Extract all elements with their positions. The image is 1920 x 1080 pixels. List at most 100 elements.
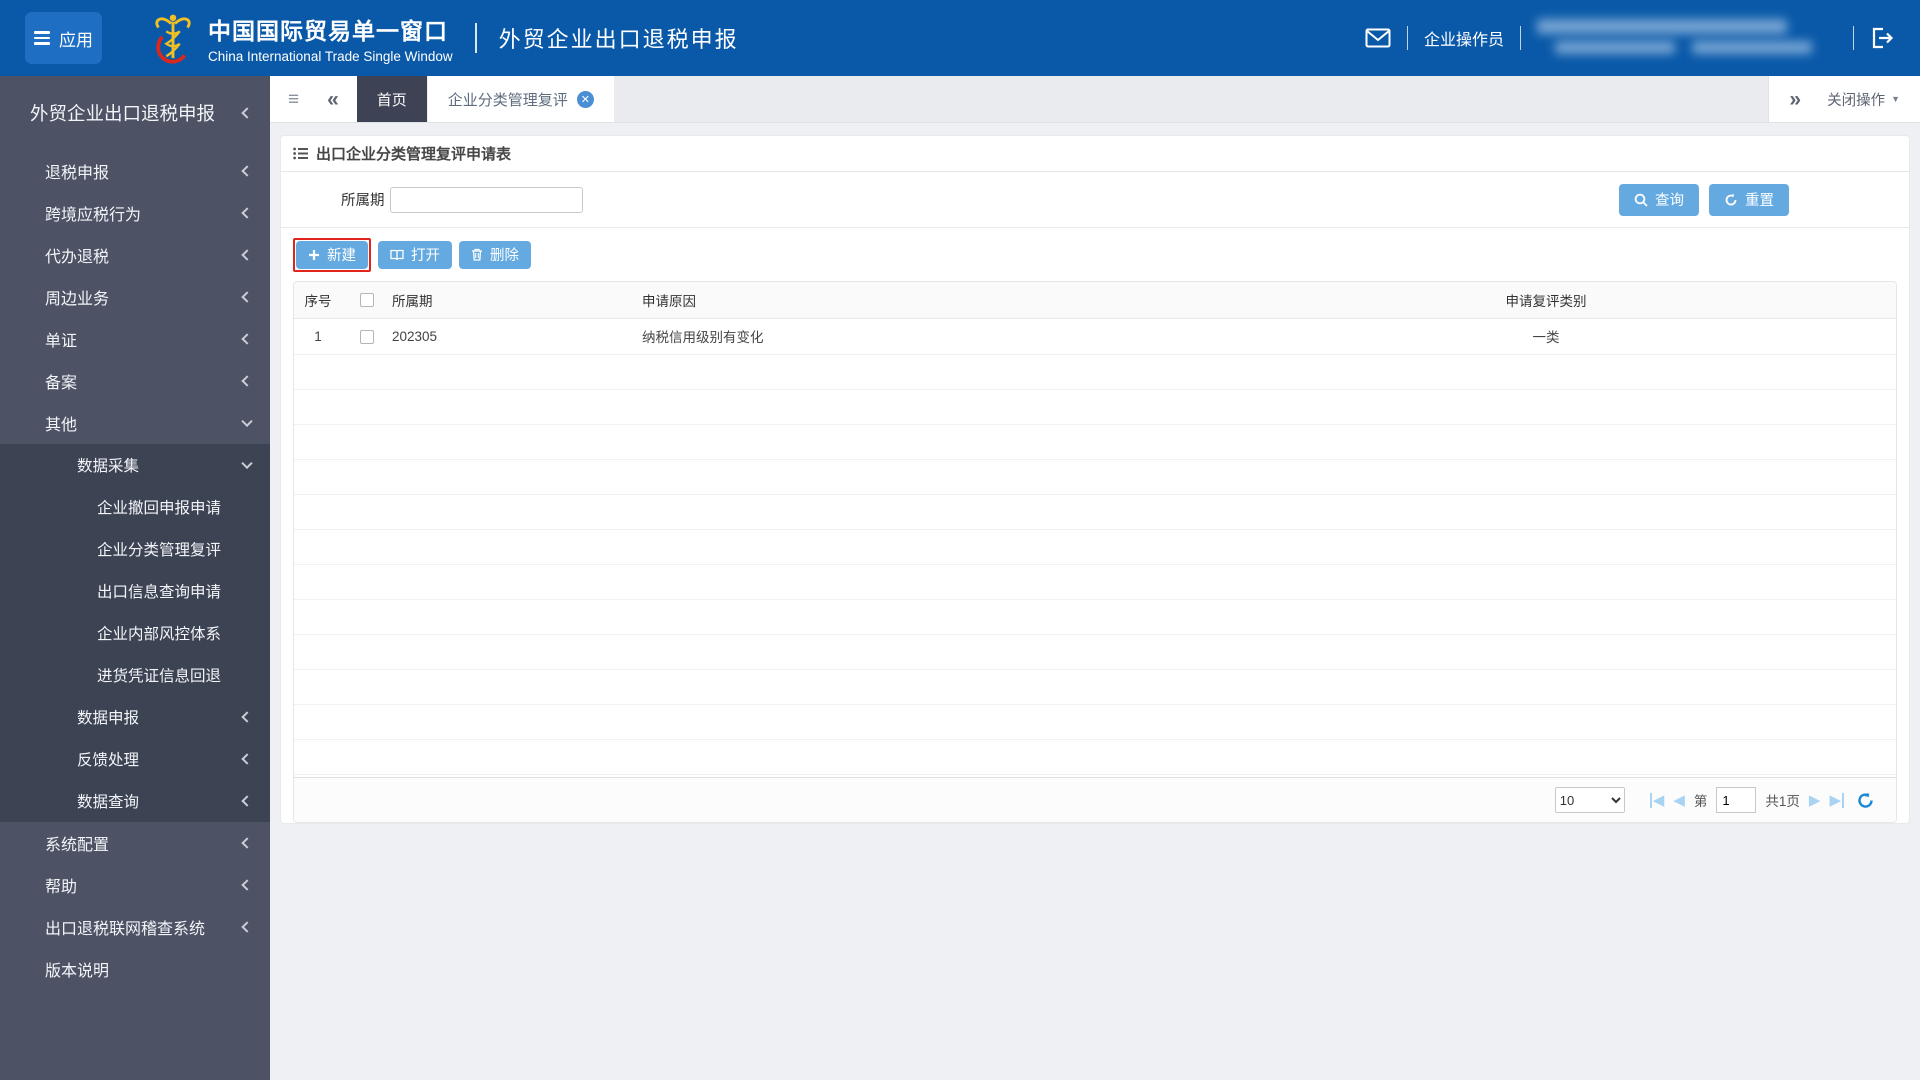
sidebar-item[interactable]: 出口退税联网稽查系统	[0, 906, 270, 948]
apps-menu-button[interactable]: 应用	[25, 12, 102, 64]
sidebar-item[interactable]: 出口信息查询申请	[0, 570, 270, 612]
reset-button[interactable]: 重置	[1709, 183, 1789, 216]
table-row[interactable]: 1 202305 纳税信用级别有变化 一类	[294, 318, 1896, 355]
sidebar-item[interactable]: 退税申报	[0, 150, 270, 192]
search-icon	[1634, 193, 1648, 207]
sidebar-item[interactable]: 其他	[0, 402, 270, 444]
header-divider	[1406, 26, 1408, 50]
sidebar-item[interactable]: 企业分类管理复评	[0, 528, 270, 570]
sidebar-item[interactable]: 数据采集	[0, 444, 270, 486]
brand-subtitle: China International Trade Single Window	[208, 49, 453, 64]
sidebar-title-label: 外贸企业出口退税申报	[30, 103, 216, 124]
open-book-icon	[390, 249, 404, 260]
new-button[interactable]: 新建	[296, 240, 368, 269]
open-button[interactable]: 打开	[378, 240, 452, 269]
column-header-period: 所属期	[392, 282, 642, 319]
sidebar-item[interactable]: 反馈处理	[0, 738, 270, 780]
sidebar-item-label: 反馈处理	[77, 752, 140, 769]
delete-button[interactable]: 删除	[459, 240, 531, 269]
chevron-left-icon	[241, 795, 253, 807]
sidebar-item[interactable]: 数据查询	[0, 780, 270, 822]
sidebar-item[interactable]: 跨境应税行为	[0, 192, 270, 234]
sidebar-item[interactable]: 版本说明	[0, 948, 270, 990]
sidebar-item[interactable]: 进货凭证信息回退	[0, 654, 270, 696]
sidebar-item[interactable]: 代办退税	[0, 234, 270, 276]
sidebar-item[interactable]: 帮助	[0, 864, 270, 906]
chevron-left-icon	[241, 207, 253, 219]
sidebar-title[interactable]: 外贸企业出口退税申报	[0, 76, 270, 150]
sidebar-item-label: 跨境应税行为	[45, 207, 142, 224]
mail-icon[interactable]	[1365, 28, 1391, 48]
sidebar-item[interactable]: 企业内部风控体系	[0, 612, 270, 654]
sidebar-item[interactable]: 企业撤回申报申请	[0, 486, 270, 528]
scroll-tabs-right-icon[interactable]: »	[1789, 89, 1801, 110]
first-page-icon[interactable]: ◀	[1649, 792, 1664, 808]
period-label: 所属期	[341, 193, 385, 209]
header-divider	[1853, 26, 1854, 50]
tab-tools: ≡ «	[270, 76, 357, 122]
sidebar-item[interactable]: 单证	[0, 318, 270, 360]
sidebar-item[interactable]: 备案	[0, 360, 270, 402]
prev-page-icon[interactable]: ◀	[1673, 793, 1685, 808]
grid-toolbar: 新建 打开 删除	[281, 228, 1909, 281]
sidebar-item-label: 企业撤回申报申请	[97, 500, 222, 517]
reset-button-label: 重置	[1745, 193, 1774, 209]
scroll-tabs-left-icon[interactable]: «	[327, 89, 339, 110]
page-prefix-label: 第	[1693, 794, 1708, 809]
hamburger-icon	[34, 28, 50, 48]
sidebar-item-label: 进货凭证信息回退	[97, 668, 222, 685]
close-operations-dropdown[interactable]: 关闭操作 ▼	[1827, 89, 1900, 110]
last-page-icon[interactable]: ▶	[1829, 792, 1844, 808]
close-operations-label: 关闭操作	[1827, 92, 1886, 109]
sidebar-item-label: 数据申报	[77, 710, 140, 727]
next-page-icon[interactable]: ▶	[1809, 793, 1821, 808]
tab-list-menu-icon[interactable]: ≡	[288, 90, 299, 109]
sidebar-item-label: 其他	[45, 417, 78, 434]
brand-title: 中国国际贸易单一窗口	[208, 18, 448, 44]
table-body: 1 202305 纳税信用级别有变化 一类	[294, 318, 1896, 355]
page-number-input[interactable]	[1716, 787, 1757, 813]
list-icon	[293, 147, 308, 160]
column-header-seq: 序号	[294, 282, 342, 319]
chevron-left-icon	[241, 921, 253, 933]
sidebar-item[interactable]: 周边业务	[0, 276, 270, 318]
chevron-left-icon	[241, 375, 253, 387]
caret-down-icon: ▼	[1891, 94, 1900, 104]
new-button-label: 新建	[327, 248, 356, 264]
table-header-row: 序号 所属期 申请原因 申请复评类别	[294, 282, 1896, 319]
tab-label: 首页	[376, 91, 407, 109]
chevron-left-icon	[241, 837, 253, 849]
tab-bar-empty-area	[615, 76, 1769, 122]
chevron-left-icon	[241, 879, 253, 891]
sidebar-item-label: 备案	[45, 375, 78, 392]
row-checkbox[interactable]	[360, 329, 374, 344]
sidebar-item-label: 周边业务	[45, 291, 110, 308]
tab-home[interactable]: 首页	[356, 76, 428, 122]
chevron-left-icon	[241, 711, 253, 723]
select-all-checkbox[interactable]	[360, 293, 374, 308]
period-input[interactable]	[389, 186, 583, 213]
sidebar-item[interactable]: 数据申报	[0, 696, 270, 738]
sidebar-item-label: 企业内部风控体系	[97, 626, 222, 643]
sidebar-item-label: 代办退税	[45, 249, 110, 266]
search-button[interactable]: 查询	[1619, 183, 1699, 216]
operator-role-label: 企业操作员	[1423, 32, 1504, 49]
chevron-left-icon	[241, 107, 253, 119]
logout-icon[interactable]	[1870, 26, 1894, 50]
sidebar-item-label: 单证	[45, 333, 78, 350]
page-size-select[interactable]: 10	[1554, 787, 1625, 813]
query-form: 所属期 查询 重置	[281, 172, 1909, 228]
new-button-highlight-box: 新建	[293, 237, 371, 272]
refresh-icon[interactable]	[1857, 792, 1874, 809]
chevron-down-icon	[241, 457, 253, 470]
apps-menu-label: 应用	[59, 30, 93, 50]
sidebar-item-label: 出口退税联网稽查系统	[45, 921, 206, 938]
chevron-left-icon	[241, 291, 253, 303]
tab-enterprise-category-review[interactable]: 企业分类管理复评 ✕	[427, 76, 615, 122]
review-application-panel: 出口企业分类管理复评申请表 所属期 查询 重置 新建 打开 删除 序号 所属期 …	[280, 135, 1910, 824]
sidebar-item[interactable]: 系统配置	[0, 822, 270, 864]
sidebar-item-label: 企业分类管理复评	[97, 542, 222, 559]
table-cell: 一类	[1196, 318, 1896, 355]
header-divider	[474, 23, 477, 53]
close-tab-icon[interactable]: ✕	[576, 90, 594, 108]
